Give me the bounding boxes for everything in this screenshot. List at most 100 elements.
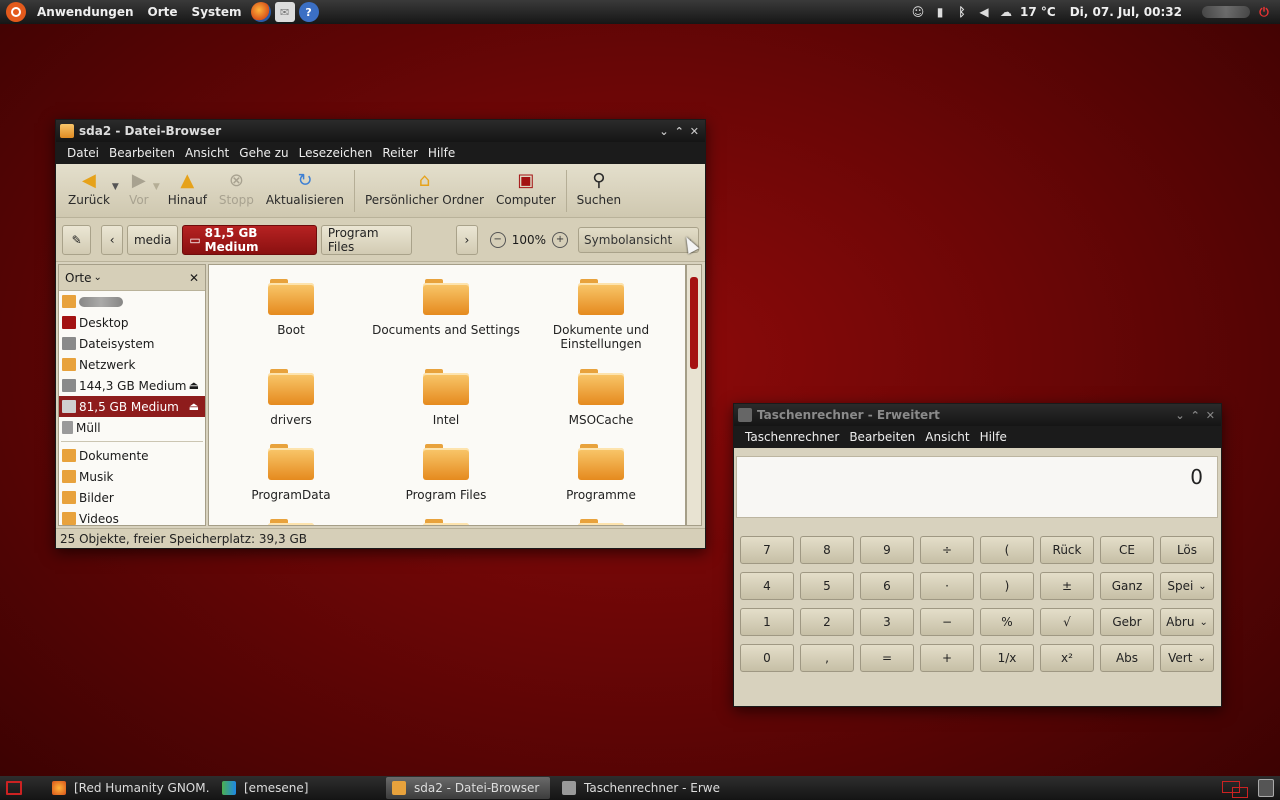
key-7[interactable]: 7 <box>740 536 794 564</box>
menu-view[interactable]: Ansicht <box>920 430 974 444</box>
file-item-partial[interactable] <box>371 519 521 525</box>
sidebar-item-desktop[interactable]: Desktop <box>59 312 205 333</box>
key-4[interactable]: 4 <box>740 572 794 600</box>
key-multiply[interactable]: · <box>920 572 974 600</box>
key-memory-recall[interactable]: Abru ⌄ <box>1160 608 1214 636</box>
firefox-icon[interactable] <box>250 2 271 22</box>
close-sidebar-icon[interactable]: ✕ <box>189 271 199 285</box>
sidebar-item-drive-144[interactable]: 144,3 GB Medium ⏏ <box>59 375 205 396</box>
sidebar-item-filesystem[interactable]: Dateisystem <box>59 333 205 354</box>
path-segment-drive[interactable]: ▭ 81,5 GB Medium <box>182 224 317 255</box>
file-item[interactable]: ProgramData <box>216 444 366 502</box>
file-item[interactable]: Dokumente und Einstellungen <box>526 279 676 351</box>
calculator-display[interactable]: 0 <box>736 456 1218 518</box>
file-item-partial[interactable] <box>526 519 676 525</box>
key-decimal[interactable]: , <box>800 644 854 672</box>
weather-icon[interactable]: ☁ <box>998 4 1014 20</box>
zoom-out-icon[interactable]: − <box>489 231 506 248</box>
sidebar-item-documents[interactable]: Dokumente <box>59 445 205 466</box>
key-1[interactable]: 1 <box>740 608 794 636</box>
user-status-icon[interactable]: ☺ <box>910 4 926 20</box>
eject-icon[interactable]: ⏏ <box>189 400 199 413</box>
file-item[interactable]: Programme <box>526 444 676 502</box>
eject-icon[interactable]: ⏏ <box>189 379 199 392</box>
ubuntu-logo-icon[interactable] <box>6 2 26 22</box>
key-reciprocal[interactable]: 1/x <box>980 644 1034 672</box>
key-exchange[interactable]: Vert ⌄ <box>1160 644 1214 672</box>
menu-tabs[interactable]: Reiter <box>377 146 423 160</box>
computer-button[interactable]: ▣ Computer <box>490 168 562 214</box>
key-fraction[interactable]: Gebr <box>1100 608 1154 636</box>
minimize-icon[interactable]: ⌄ <box>659 125 668 138</box>
key-5[interactable]: 5 <box>800 572 854 600</box>
key-square-root[interactable]: √ <box>1040 608 1094 636</box>
key-2[interactable]: 2 <box>800 608 854 636</box>
network-signal-icon[interactable]: ▮ <box>932 4 948 20</box>
weather-temperature[interactable]: 17 °C <box>1020 5 1056 19</box>
menu-edit[interactable]: Bearbeiten <box>844 430 920 444</box>
sidebar-item-network[interactable]: Netzwerk <box>59 354 205 375</box>
menu-help[interactable]: Hilfe <box>975 430 1012 444</box>
key-clear-entry[interactable]: CE <box>1100 536 1154 564</box>
file-item[interactable]: Boot <box>216 279 366 337</box>
menu-system[interactable]: System <box>185 5 249 19</box>
key-open-paren[interactable]: ( <box>980 536 1034 564</box>
key-absolute[interactable]: Abs <box>1100 644 1154 672</box>
key-divide[interactable]: ÷ <box>920 536 974 564</box>
key-9[interactable]: 9 <box>860 536 914 564</box>
sidebar-item-home[interactable] <box>59 291 205 312</box>
vertical-scrollbar[interactable] <box>686 264 702 526</box>
file-item[interactable]: Program Files <box>371 444 521 502</box>
trash-icon[interactable] <box>1258 779 1274 797</box>
key-plus-minus[interactable]: ± <box>1040 572 1094 600</box>
key-percent[interactable]: % <box>980 608 1034 636</box>
sidebar-item-music[interactable]: Musik <box>59 466 205 487</box>
menu-bookmarks[interactable]: Lesezeichen <box>294 146 378 160</box>
search-button[interactable]: ⚲ Suchen <box>571 168 627 214</box>
menu-applications[interactable]: Anwendungen <box>30 5 141 19</box>
bluetooth-icon[interactable]: ᛒ <box>954 4 970 20</box>
mail-icon[interactable]: ✉ <box>274 2 295 22</box>
maximize-icon[interactable]: ⌃ <box>675 125 684 138</box>
home-folder-button[interactable]: ⌂ Persönlicher Ordner <box>359 168 490 214</box>
menu-view[interactable]: Ansicht <box>180 146 234 160</box>
minimize-icon[interactable]: ⌄ <box>1175 409 1184 422</box>
path-segment-media[interactable]: media <box>126 224 179 255</box>
path-segment-program-files[interactable]: Program Files <box>320 224 413 255</box>
help-icon[interactable]: ? <box>298 2 319 22</box>
key-backspace[interactable]: Rück <box>1040 536 1094 564</box>
stop-button[interactable]: ⊗ Stopp <box>213 168 260 214</box>
key-clear[interactable]: Lös <box>1160 536 1214 564</box>
reload-button[interactable]: ↻ Aktualisieren <box>260 168 350 214</box>
sidebar-item-videos[interactable]: Videos <box>59 508 205 529</box>
zoom-in-icon[interactable]: + <box>552 231 569 248</box>
sidebar-item-trash[interactable]: Müll <box>59 417 205 438</box>
key-integer[interactable]: Ganz <box>1100 572 1154 600</box>
file-item[interactable]: MSOCache <box>526 369 676 427</box>
show-desktop-icon[interactable] <box>6 781 22 795</box>
task-file-browser[interactable]: sda2 - Datei-Browser <box>386 777 550 799</box>
key-6[interactable]: 6 <box>860 572 914 600</box>
back-button[interactable]: ◀ Zurück <box>62 168 116 214</box>
user-menu[interactable] <box>1202 6 1250 18</box>
key-square[interactable]: x² <box>1040 644 1094 672</box>
file-item[interactable]: drivers <box>216 369 366 427</box>
menu-edit[interactable]: Bearbeiten <box>104 146 180 160</box>
back-history-dropdown[interactable]: ▼ <box>112 182 119 192</box>
clock[interactable]: Di, 07. Jul, 00:32 <box>1070 5 1182 19</box>
maximize-icon[interactable]: ⌃ <box>1191 409 1200 422</box>
close-icon[interactable]: ✕ <box>1206 409 1215 422</box>
path-scroll-left[interactable]: ‹ <box>101 224 123 255</box>
key-close-paren[interactable]: ) <box>980 572 1034 600</box>
volume-icon[interactable]: ◀ <box>976 4 992 20</box>
key-add[interactable]: + <box>920 644 974 672</box>
key-3[interactable]: 3 <box>860 608 914 636</box>
up-button[interactable]: ▲ Hinauf <box>162 168 213 214</box>
sidebar-title-select[interactable]: Orte <box>65 271 91 285</box>
key-memory-store[interactable]: Spei ⌄ <box>1160 572 1214 600</box>
sidebar-item-drive-81[interactable]: 81,5 GB Medium ⏏ <box>59 396 205 417</box>
file-item-partial[interactable] <box>216 519 366 525</box>
menu-places[interactable]: Orte <box>141 5 185 19</box>
shutdown-icon[interactable]: ⏻ <box>1256 4 1272 20</box>
menu-help[interactable]: Hilfe <box>423 146 460 160</box>
